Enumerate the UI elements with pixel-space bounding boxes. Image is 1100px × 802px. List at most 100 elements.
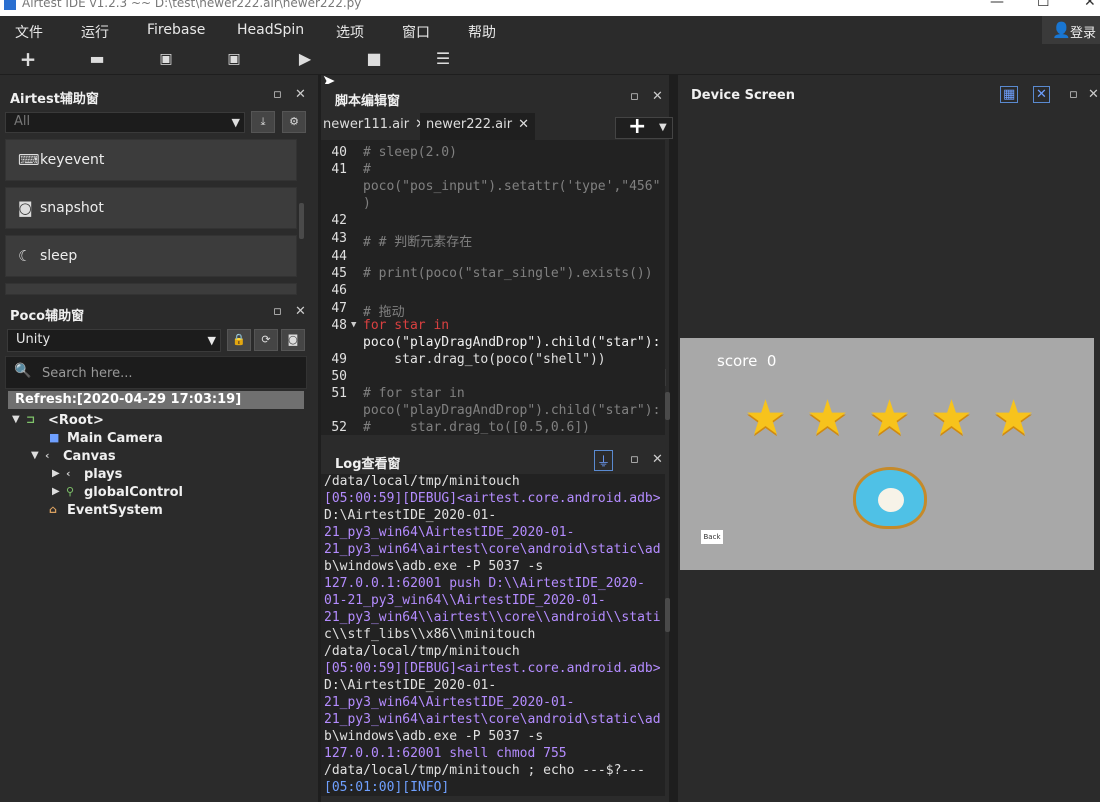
search-input[interactable] [40, 363, 294, 383]
code-line: # [363, 162, 371, 177]
float-icon[interactable]: ▫ [273, 87, 282, 102]
maximize-icon[interactable]: ☐ [1037, 0, 1050, 10]
log-line: 21_py3_win64\AirtestIDE_2020-01- [324, 525, 575, 540]
log-line: 21_py3_win64\\airtest\\core\\android\\st… [324, 610, 661, 625]
close-icon[interactable]: ✕ [295, 304, 306, 319]
open-folder-icon[interactable]: ▬ [85, 48, 109, 70]
log-line: 21_py3_win64\airtest\core\android\static… [324, 542, 661, 557]
stop-icon[interactable]: ■ [362, 48, 386, 70]
airtest-cmd-partial[interactable] [5, 283, 297, 295]
device-layout-icon[interactable]: ▦ [1000, 86, 1019, 103]
filter-value: All [14, 114, 31, 129]
airtest-cmd-keyevent[interactable]: ⌨ keyevent [5, 139, 297, 181]
log-line: 01-21_py3_win64\\AirtestIDE_2020-01- [324, 593, 606, 608]
tab-label: newer222.air [426, 117, 513, 132]
settings-icon[interactable]: ⚙ [282, 111, 306, 133]
line-number: 46 [331, 283, 347, 298]
filter-icon[interactable]: ⏚ [594, 450, 614, 471]
line-number: 48 [331, 318, 347, 333]
log-line: 21_py3_win64\AirtestIDE_2020-01- [324, 695, 575, 710]
menu-options[interactable]: 选项 [336, 22, 364, 42]
back-button[interactable]: Back [701, 530, 723, 544]
collapse-icon: ▶ [52, 468, 60, 479]
float-icon[interactable]: ▫ [1069, 87, 1078, 102]
star-icon[interactable]: ★ [992, 394, 1035, 442]
log-line: /data/local/tmp/minitouch [324, 474, 520, 489]
log-icon[interactable]: ☰ [431, 48, 455, 70]
menu-bar: 文件 运行 Firebase HeadSpin 选项 窗口 帮助 👤 登录 [0, 16, 1100, 44]
code-line: for star in [363, 318, 450, 333]
star-icon[interactable]: ★ [930, 394, 973, 442]
cmd-label: keyevent [40, 152, 105, 168]
close-tab-icon[interactable]: ✕ [518, 117, 529, 132]
airtest-scrollbar[interactable] [299, 203, 304, 239]
menu-headspin[interactable]: HeadSpin [237, 22, 304, 38]
line-number: 43 [331, 231, 347, 246]
code-editor[interactable]: 40 # sleep(2.0) 41 # poco("pos_input").s… [321, 140, 665, 435]
log-line: D:\AirtestIDE_2020-01- [324, 508, 497, 523]
airtest-cmd-snapshot[interactable]: ◙ snapshot [5, 187, 297, 229]
menu-file[interactable]: 文件 [15, 22, 43, 42]
menu-firebase[interactable]: Firebase [147, 22, 205, 38]
line-number: 51 [331, 386, 347, 401]
close-icon[interactable]: ✕ [652, 89, 663, 104]
airtest-cmd-sleep[interactable]: ☾ sleep [5, 235, 297, 277]
close-icon[interactable]: ✕ [295, 87, 306, 102]
shell-icon[interactable] [853, 467, 927, 529]
new-file-icon[interactable]: + [16, 48, 40, 70]
add-tab-button[interactable]: + ▼ [615, 114, 673, 139]
star-icon[interactable]: ★ [868, 394, 911, 442]
log-line: b\windows\adb.exe -P 5037 -s [324, 559, 544, 574]
log-scrollbar[interactable] [665, 598, 670, 632]
log-output[interactable]: /data/local/tmp/minitouch [05:00:59][DEB… [321, 474, 665, 796]
run-icon[interactable]: ▶ [293, 48, 317, 70]
editor-scrollbar[interactable] [665, 392, 670, 420]
line-number: 44 [331, 249, 347, 264]
star-icon[interactable]: ★ [806, 394, 849, 442]
float-icon[interactable]: ▫ [630, 452, 639, 467]
tree-label: Canvas [63, 449, 116, 464]
log-line: /data/local/tmp/minitouch ; echo ---$?--… [324, 763, 645, 778]
tab-label: newer111.air [323, 117, 410, 132]
line-number: 45 [331, 266, 347, 281]
node-icon: ‹ [66, 467, 71, 480]
airtest-filter-select[interactable]: All ▼ [5, 112, 245, 133]
menu-run[interactable]: 运行 [81, 22, 109, 42]
poco-engine-select[interactable]: Unity ▼ [7, 329, 221, 352]
window-titlebar: Airtest IDE v1.2.3 ~~ D:\test\newer222.a… [0, 0, 1100, 16]
close-icon[interactable]: ✕ [652, 452, 663, 467]
star-icon[interactable]: ★ [744, 394, 787, 442]
close-icon[interactable]: ✕ [1084, 0, 1096, 10]
tree-label: EventSystem [67, 503, 163, 518]
save-icon[interactable]: ▣ [154, 48, 178, 70]
float-icon[interactable]: ▫ [273, 304, 282, 319]
editor-panel-title: 脚本编辑窗 [335, 94, 401, 109]
tab-newer111[interactable]: newer111.air✕ [323, 117, 426, 142]
splitter[interactable] [669, 74, 678, 802]
node-icon: ⌂ [49, 503, 57, 516]
menu-window[interactable]: 窗口 [402, 22, 430, 42]
log-line: 127.0.0.1:62001 push D:\\AirtestIDE_2020… [324, 576, 645, 591]
close-icon[interactable]: ✕ [1088, 87, 1099, 102]
save-as-icon[interactable]: ▣ [222, 48, 246, 70]
menu-help[interactable]: 帮助 [468, 22, 496, 42]
login-button[interactable]: 👤 登录 [1042, 16, 1100, 44]
node-icon: ‹ [45, 449, 50, 462]
fold-icon[interactable]: ▼ [351, 320, 356, 330]
refresh-icon[interactable]: ⟳ [254, 329, 278, 351]
airtest-panel-header: Airtest辅助窗 ▫ ✕ [0, 84, 318, 108]
code-line: # sleep(2.0) [363, 145, 457, 160]
tools-icon[interactable]: ✕ [1033, 86, 1050, 103]
lock-icon[interactable]: 🔒 [227, 329, 251, 351]
record-icon[interactable]: ⤓ [251, 111, 275, 133]
code-line: star.drag_to(poco("shell")) [363, 352, 606, 367]
log-line: /data/local/tmp/minitouch [324, 644, 520, 659]
float-icon[interactable]: ▫ [630, 89, 639, 104]
log-panel-title: Log查看窗 [335, 457, 401, 472]
airtest-panel-title: Airtest辅助窗 [10, 92, 99, 107]
code-line: poco("playDragAndDrop").child("star"): [363, 403, 661, 418]
engine-value: Unity [16, 332, 51, 347]
minimize-icon[interactable]: — [990, 0, 1004, 10]
device-screen[interactable]: score 0 ★ ★ ★ ★ ★ Back [680, 338, 1094, 570]
record-icon[interactable]: ◙ [281, 329, 305, 351]
